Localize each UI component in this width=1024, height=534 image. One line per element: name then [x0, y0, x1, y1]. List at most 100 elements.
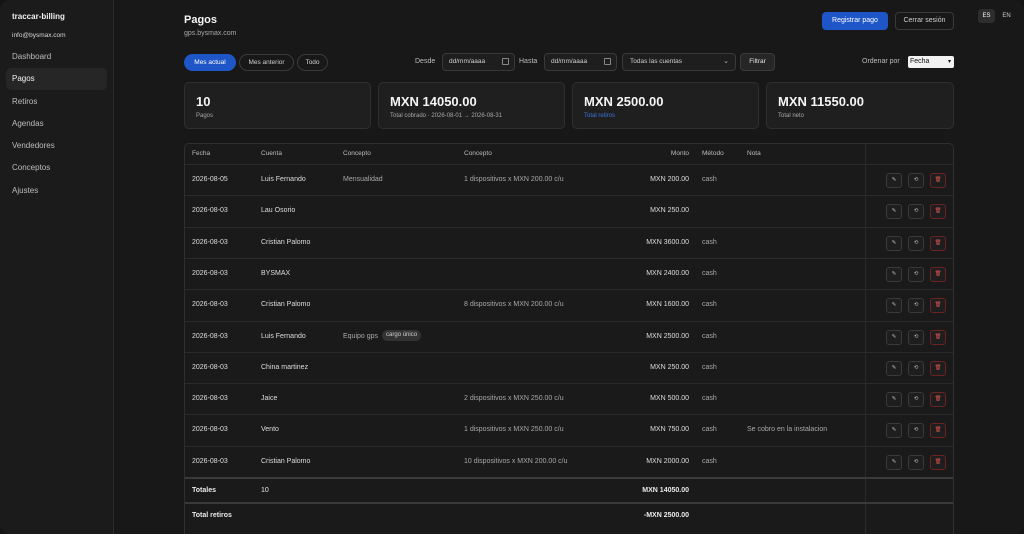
account-select[interactable]: Todas las cuentas ⌄ [622, 53, 736, 71]
cell-date-text: 2026-08-03 [192, 332, 228, 340]
app-window: traccar-billing info@bysmax.com Dashboar… [0, 0, 1024, 534]
trash-button[interactable]: 🗑 [930, 173, 946, 188]
history-button[interactable]: ⟲ [908, 360, 924, 376]
history-button[interactable]: ⟲ [908, 329, 924, 345]
brand-name: traccar-billing [12, 12, 65, 21]
sidebar-item-vendedores[interactable]: Vendedores [6, 135, 107, 157]
history-button[interactable]: ⟲ [908, 298, 924, 314]
sidebar-item-ajustes[interactable]: Ajustes [6, 180, 107, 202]
cell-account: Cristian Palomo [261, 447, 310, 477]
cell-account-text: China martinez [261, 363, 309, 371]
tab-previous-month[interactable]: Mes anterior [239, 54, 294, 71]
stat-value: MXN 14050.00 [390, 94, 477, 109]
edit-button[interactable]: ✎ [886, 454, 902, 470]
edit-icon: ✎ [891, 396, 897, 403]
cell-method: cash [702, 259, 717, 289]
from-date-placeholder: dd/mm/aaaa [449, 58, 486, 65]
lang-en-button[interactable]: EN [998, 9, 1015, 23]
to-date-placeholder: dd/mm/aaaa [551, 58, 588, 65]
history-button[interactable]: ⟲ [908, 423, 924, 439]
cell-account: Cristian Palomo [261, 290, 310, 320]
cell-date-text: 2026-08-03 [192, 301, 228, 309]
history-button[interactable]: ⟲ [908, 204, 924, 220]
totals-amount: MXN 14050.00 [642, 487, 689, 494]
cell-method-text: cash [702, 457, 717, 465]
cell-method-text: cash [702, 426, 717, 434]
trash-button[interactable]: 🗑 [930, 204, 946, 220]
cell-account-text: Cristian Palomo [261, 238, 311, 246]
logout-button[interactable]: Cerrar sesión [895, 12, 954, 30]
edit-button[interactable]: ✎ [886, 173, 902, 188]
sidebar-item-dashboard[interactable]: Dashboard [6, 46, 107, 68]
trash-button[interactable]: 🗑 [930, 392, 946, 408]
register-payment-button[interactable]: Registrar pago [822, 12, 888, 30]
edit-button[interactable]: ✎ [886, 235, 902, 251]
tab-current-month[interactable]: Mes actual [184, 54, 236, 71]
edit-icon: ✎ [891, 302, 897, 309]
history-icon: ⟲ [913, 208, 919, 215]
from-date-input[interactable]: dd/mm/aaaa [442, 53, 515, 71]
stat-value: MXN 11550.00 [778, 94, 865, 109]
cell-date: 2026-08-03 [192, 353, 228, 383]
edit-button[interactable]: ✎ [886, 423, 902, 439]
cell-date: 2026-08-05 [192, 165, 228, 195]
to-date-input[interactable]: dd/mm/aaaa [544, 53, 617, 71]
cell-concept-detail-text: 1 dispositivos x MXN 250.00 c/u [464, 426, 564, 434]
history-button[interactable]: ⟲ [908, 392, 924, 408]
cell-amount-text: MXN 250.00 [650, 363, 689, 371]
sidebar-item-pagos[interactable]: Pagos [6, 68, 107, 91]
calendar-icon[interactable] [502, 58, 509, 65]
tab-all[interactable]: Todo [297, 54, 328, 71]
cell-account-text: Luis Fernando [261, 332, 306, 340]
history-button[interactable]: ⟲ [908, 454, 924, 470]
cell-date-text: 2026-08-03 [192, 269, 228, 277]
trash-button[interactable]: 🗑 [930, 360, 946, 376]
cell-date-text: 2026-08-03 [192, 207, 228, 215]
trash-button[interactable]: 🗑 [930, 235, 946, 251]
cell-method: cash [702, 165, 717, 195]
sort-select[interactable]: Fecha ▾ [908, 56, 954, 68]
cell-note-text: Se cobro en la instalacion [747, 426, 828, 434]
edit-button[interactable]: ✎ [886, 298, 902, 314]
history-button[interactable]: ⟲ [908, 266, 924, 282]
cell-concept: Mensualidad [343, 165, 383, 195]
cell-amount-text: MXN 2000.00 [646, 457, 689, 465]
calendar-icon[interactable] [604, 58, 611, 65]
trash-button[interactable]: 🗑 [930, 298, 946, 314]
edit-button[interactable]: ✎ [886, 266, 902, 282]
cell-concept-detail-text: 10 dispositivos x MXN 200.00 c/u [464, 457, 568, 465]
stat-label: Total cobrado · 2026-08-01 → 2026-08-31 [390, 113, 503, 119]
filter-button[interactable]: Filtrar [740, 53, 775, 71]
trash-button[interactable]: 🗑 [930, 454, 946, 470]
cell-account: Lau Osorio [261, 196, 295, 226]
trash-icon: 🗑 [934, 177, 942, 183]
history-icon: ⟲ [913, 364, 919, 371]
lang-es-button[interactable]: ES [978, 9, 995, 23]
account-select-value: Todas las cuentas [630, 58, 683, 65]
edit-button[interactable]: ✎ [886, 360, 902, 376]
cell-concept-detail: 10 dispositivos x MXN 200.00 c/u [464, 447, 568, 477]
trash-button[interactable]: 🗑 [930, 266, 946, 282]
cell-concept-detail: 2 dispositivos x MXN 250.00 c/u [464, 384, 564, 414]
cell-amount-text: MXN 750.00 [650, 426, 689, 434]
sidebar-item-retiros[interactable]: Retiros [6, 91, 107, 113]
edit-button[interactable]: ✎ [886, 392, 902, 408]
cell-method: cash [702, 415, 717, 445]
history-icon: ⟲ [913, 270, 919, 277]
cell-method: cash [702, 322, 717, 352]
cell-method: cash [702, 353, 717, 383]
sidebar-item-conceptos[interactable]: Conceptos [6, 157, 107, 179]
stat-link-withdrawals[interactable]: Total retiros [584, 113, 615, 119]
history-button[interactable]: ⟲ [908, 173, 924, 188]
cell-amount-text: MXN 500.00 [650, 395, 689, 403]
edit-icon: ✎ [891, 427, 897, 434]
trash-button[interactable]: 🗑 [930, 423, 946, 439]
edit-button[interactable]: ✎ [886, 329, 902, 345]
totals-label: Totales [192, 487, 216, 494]
sidebar-item-agendas[interactable]: Agendas [6, 113, 107, 135]
edit-button[interactable]: ✎ [886, 204, 902, 220]
trash-button[interactable]: 🗑 [930, 329, 946, 345]
withdrawals-total-row: Total retiros -MXN 2500.00 [185, 502, 953, 527]
column-header-method: Método [702, 150, 724, 157]
history-button[interactable]: ⟲ [908, 235, 924, 251]
